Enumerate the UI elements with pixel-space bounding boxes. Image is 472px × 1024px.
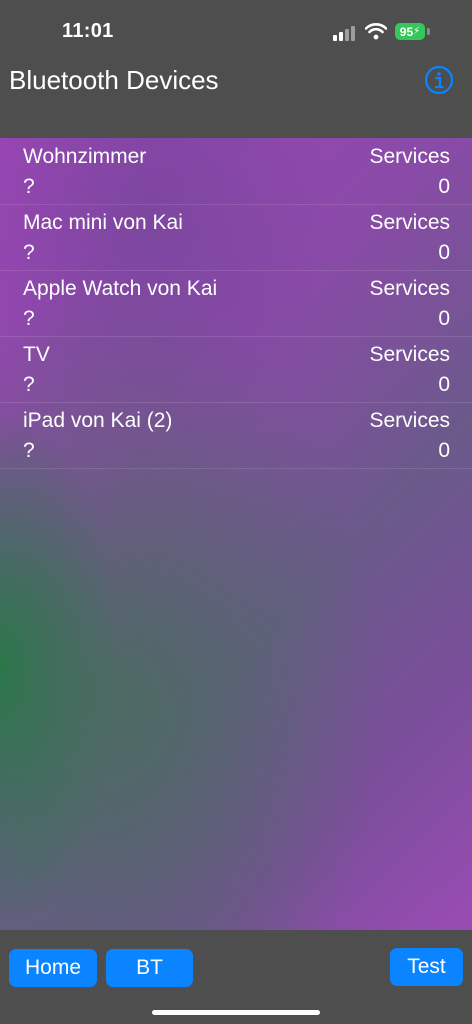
- test-button[interactable]: Test: [390, 948, 463, 986]
- device-list: Wohnzimmer ? Services 0 Mac mini von Kai…: [0, 138, 472, 930]
- device-row[interactable]: TV ? Services 0: [0, 336, 472, 403]
- device-name: Apple Watch von Kai: [23, 277, 218, 300]
- device-row[interactable]: iPad von Kai (2) ? Services 0: [0, 402, 472, 469]
- device-subtitle: ?: [23, 175, 35, 198]
- bt-button[interactable]: BT: [106, 949, 193, 987]
- battery-icon: 95 ⚡: [395, 23, 425, 40]
- info-circle-icon[interactable]: [424, 65, 454, 95]
- device-subtitle: ?: [23, 439, 35, 462]
- status-time: 11:01: [62, 20, 114, 42]
- signal-icon: [333, 25, 359, 41]
- services-count: 0: [438, 439, 450, 462]
- device-subtitle: ?: [23, 307, 35, 330]
- page-title: Bluetooth Devices: [9, 65, 219, 95]
- battery-level: 95: [399, 24, 414, 39]
- device-subtitle: ?: [23, 241, 35, 264]
- services-count: 0: [438, 175, 450, 198]
- services-label: Services: [369, 343, 450, 366]
- navigation-bar: Bluetooth Devices: [0, 60, 472, 138]
- device-subtitle: ?: [23, 373, 35, 396]
- home-button[interactable]: Home: [9, 949, 97, 987]
- services-count: 0: [438, 307, 450, 330]
- home-indicator[interactable]: [152, 1010, 320, 1015]
- device-row[interactable]: Wohnzimmer ? Services 0: [0, 138, 472, 205]
- device-name: TV: [23, 343, 50, 366]
- battery-tip: [427, 28, 430, 35]
- services-label: Services: [369, 277, 450, 300]
- services-label: Services: [369, 145, 450, 168]
- device-name: Wohnzimmer: [23, 145, 147, 168]
- wifi-icon: [365, 23, 387, 40]
- services-count: 0: [438, 373, 450, 396]
- services-count: 0: [438, 241, 450, 264]
- device-name: iPad von Kai (2): [23, 409, 173, 432]
- services-label: Services: [369, 409, 450, 432]
- services-label: Services: [369, 211, 450, 234]
- status-bar: 11:01 95 ⚡: [0, 0, 472, 60]
- device-name: Mac mini von Kai: [23, 211, 183, 234]
- device-row[interactable]: Apple Watch von Kai ? Services 0: [0, 270, 472, 337]
- device-row[interactable]: Mac mini von Kai ? Services 0: [0, 204, 472, 271]
